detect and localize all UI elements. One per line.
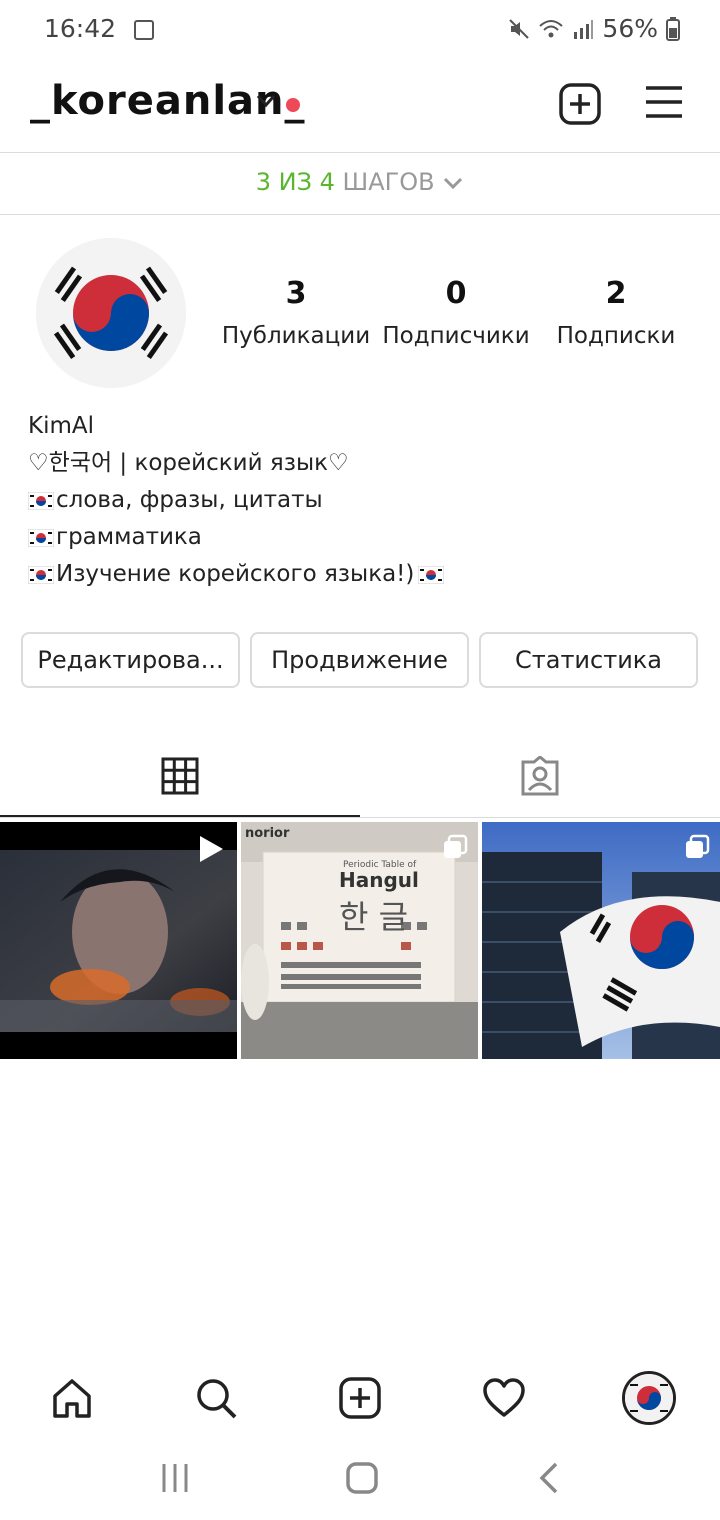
- korea-flag-icon: [625, 1374, 673, 1422]
- signal-icon: [574, 19, 594, 39]
- following-count-label: Подписки: [556, 323, 676, 349]
- notification-dot: [286, 98, 300, 112]
- create-post-icon[interactable]: [558, 82, 602, 126]
- battery-level: 56%: [602, 14, 658, 43]
- steps-divider: [0, 214, 720, 215]
- profile-bio: KimAl ♡한국어 | корейский язык♡ слова, фраз…: [28, 408, 446, 593]
- grid-icon[interactable]: [160, 756, 200, 796]
- posts-count-label: Публикации: [221, 323, 371, 349]
- post-thumbnail[interactable]: [482, 822, 720, 1059]
- mute-icon: [509, 18, 530, 39]
- profile-tab-avatar[interactable]: [622, 1371, 676, 1425]
- menu-icon[interactable]: [644, 84, 684, 120]
- korea-flag-icon: [28, 528, 54, 547]
- wifi-icon: [539, 19, 564, 37]
- post-thumbnail[interactable]: [0, 822, 237, 1059]
- back-icon[interactable]: [536, 1460, 562, 1496]
- setup-steps-banner[interactable]: 3 ИЗ 4 ШАГОВ: [0, 168, 720, 196]
- status-time: 16:42: [44, 14, 154, 43]
- header-divider: [0, 152, 720, 153]
- carousel-icon: [686, 834, 710, 858]
- korea-flag-icon: [28, 491, 54, 510]
- profile-avatar[interactable]: [36, 238, 186, 388]
- create-icon[interactable]: [338, 1376, 382, 1420]
- status-icons: 56%: [508, 14, 680, 43]
- following-count[interactable]: 2 Подписки: [541, 276, 691, 349]
- edit-profile-button[interactable]: Редактирова...: [21, 632, 240, 688]
- followers-count[interactable]: 0 Подписчики: [381, 276, 531, 349]
- steps-label: ШАГОВ: [342, 168, 435, 196]
- korea-flag-icon: [418, 565, 445, 584]
- home-icon[interactable]: [50, 1376, 94, 1420]
- korea-flag-icon: [36, 238, 186, 388]
- promote-button[interactable]: Продвижение: [250, 632, 469, 688]
- battery-icon: [666, 16, 680, 41]
- search-icon[interactable]: [194, 1376, 238, 1420]
- post-brand-text: norior: [245, 826, 290, 841]
- bio-line: ♡한국어 | корейский язык♡: [28, 450, 349, 476]
- recent-apps-icon[interactable]: [160, 1460, 190, 1496]
- bio-line: слова, фразы, цитаты: [28, 482, 446, 519]
- followers-count-value: 0: [445, 276, 467, 311]
- tagged-icon[interactable]: [520, 756, 560, 796]
- post-thumbnail[interactable]: norior Periodic Table of Hangul 한 글: [241, 822, 478, 1059]
- bio-line: грамматика: [28, 519, 446, 556]
- bio-line: Изучение корейского языка!): [28, 556, 446, 593]
- post-korean-text: 한 글: [339, 898, 409, 936]
- tabs-divider: [0, 817, 720, 818]
- posts-count-value: 3: [285, 276, 307, 311]
- posts-count[interactable]: 3 Публикации: [221, 276, 371, 349]
- home-button-icon[interactable]: [344, 1460, 380, 1496]
- following-count-value: 2: [605, 276, 627, 311]
- steps-progress: 3 ИЗ 4: [255, 168, 335, 196]
- profile-name: KimAl: [28, 413, 95, 439]
- followers-count-label: Подписчики: [382, 323, 530, 349]
- korea-flag-icon: [28, 565, 54, 584]
- heart-icon[interactable]: [482, 1376, 526, 1420]
- post-title: Hangul: [339, 868, 419, 892]
- chevron-down-icon: [444, 177, 463, 190]
- carousel-icon: [444, 834, 468, 858]
- media-icon: [134, 20, 154, 40]
- chevron-down-icon[interactable]: [254, 92, 278, 110]
- insights-button[interactable]: Статистика: [479, 632, 698, 688]
- video-play-icon: [200, 836, 223, 862]
